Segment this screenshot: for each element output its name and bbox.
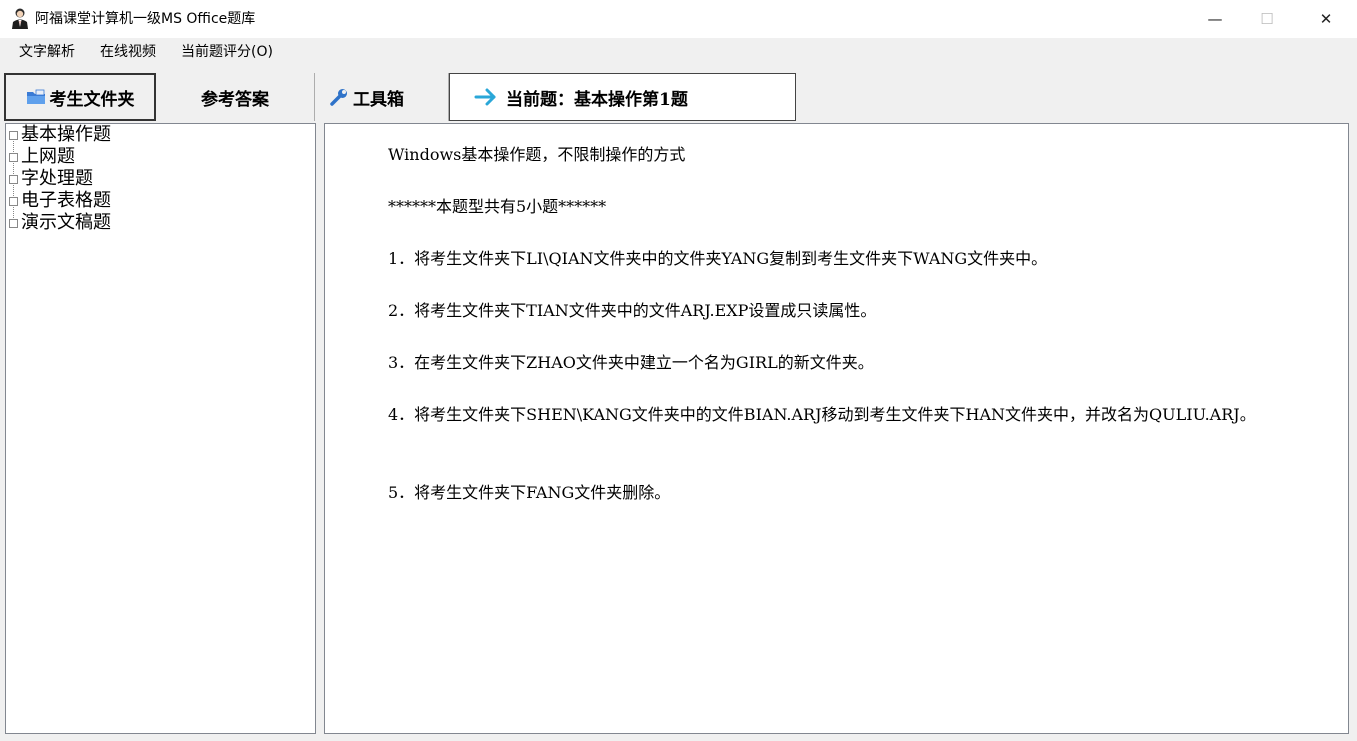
- tab-reference-answer[interactable]: 参考答案: [156, 73, 315, 121]
- tab-current-question[interactable]: 当前题：基本操作第1题: [449, 73, 796, 121]
- question-intro: Windows基本操作题，不限制操作的方式: [388, 145, 686, 164]
- question-content: Windows基本操作题，不限制操作的方式 ******本题型共有5小题****…: [324, 123, 1349, 734]
- tab-toolbox-label: 工具箱: [353, 89, 404, 110]
- tab-reference-answer-label: 参考答案: [201, 89, 269, 110]
- toolbar: 考生文件夹 参考答案 工具箱 当前题：基本操作第1题: [0, 67, 1357, 123]
- question-item-1: 1．将考生文件夹下LI\QIAN文件夹中的文件夹YANG复制到考生文件夹下WAN…: [388, 249, 1048, 268]
- tree-item-label: 电子表格题: [21, 190, 111, 211]
- tree-item-label: 字处理题: [21, 168, 93, 189]
- tab-student-folder-label: 考生文件夹: [49, 89, 135, 110]
- arrow-right-icon: [474, 88, 496, 106]
- tree-item-label: 演示文稿题: [21, 212, 111, 233]
- menu-score-current[interactable]: 当前题评分(O): [181, 44, 273, 61]
- maximize-button[interactable]: ☐: [1244, 0, 1290, 38]
- expand-box-icon[interactable]: [9, 175, 18, 184]
- minimize-button[interactable]: —: [1192, 0, 1238, 38]
- menu-bar: 文字解析 在线视频 当前题评分(O): [0, 38, 1357, 67]
- menu-online-video[interactable]: 在线视频: [100, 44, 156, 61]
- menu-text-analysis[interactable]: 文字解析: [19, 44, 75, 61]
- tab-current-question-label: 当前题：基本操作第1题: [506, 89, 688, 110]
- title-bar: 阿福课堂计算机一级MS Office题库 — ☐ ✕: [0, 0, 1357, 38]
- question-item-2: 2．将考生文件夹下TIAN文件夹中的文件ARJ.EXP设置成只读属性。: [388, 301, 877, 320]
- tree-item-label: 基本操作题: [21, 124, 111, 145]
- tab-toolbox[interactable]: 工具箱: [315, 73, 449, 121]
- question-tree: 基本操作题 上网题 字处理题 电子表格题 演示文稿题: [5, 123, 316, 734]
- folder-icon: [26, 89, 45, 104]
- wrench-icon: [330, 89, 347, 106]
- expand-box-icon[interactable]: [9, 131, 18, 140]
- window-title: 阿福课堂计算机一级MS Office题库: [35, 11, 256, 27]
- expand-box-icon[interactable]: [9, 197, 18, 206]
- question-item-3: 3．在考生文件夹下ZHAO文件夹中建立一个名为GIRL的新文件夹。: [388, 353, 874, 372]
- tree-item-label: 上网题: [21, 146, 75, 167]
- question-item-5: 5．将考生文件夹下FANG文件夹删除。: [388, 483, 671, 502]
- question-item-4: 4．将考生文件夹下SHEN\KANG文件夹中的文件BIAN.ARJ移动到考生文件…: [388, 405, 1256, 424]
- expand-box-icon[interactable]: [9, 153, 18, 162]
- close-button[interactable]: ✕: [1303, 0, 1349, 38]
- tab-student-folder[interactable]: 考生文件夹: [4, 73, 156, 121]
- question-count: ******本题型共有5小题******: [388, 197, 607, 216]
- expand-box-icon[interactable]: [9, 219, 18, 228]
- app-icon: [12, 8, 28, 29]
